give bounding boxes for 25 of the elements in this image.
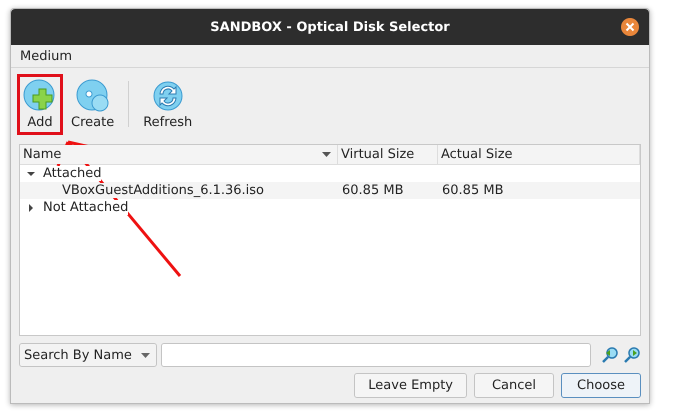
dropdown-caret-icon [141,352,150,358]
search-next-icon[interactable] [623,346,641,364]
disc-icon [76,78,110,112]
dialog-button[interactable]: Leave Empty [354,373,467,398]
close-icon[interactable] [621,18,639,36]
menu-item[interactable]: Medium [20,48,72,64]
toolbar-button[interactable]: Refresh [137,74,198,134]
window-title: SANDBOX - Optical Disk Selector [210,20,450,34]
toolbar-button[interactable]: Add [17,74,63,134]
search-mode-dropdown[interactable]: Search By Name [19,343,157,367]
dialog-button[interactable]: Cancel [474,373,554,398]
tree-group-label[interactable]: Not Attached [43,200,128,215]
search-field[interactable] [161,343,591,367]
search-prev-icon[interactable] [601,346,619,364]
collapse-arrow-icon[interactable] [27,170,35,178]
column-header[interactable]: Virtual Size [338,145,438,164]
toolbar-button[interactable]: Create [65,74,120,134]
disc-plus-icon [23,78,57,112]
column-header[interactable]: Actual Size [438,145,640,164]
dialog-button[interactable]: Choose [561,373,641,398]
expand-arrow-icon[interactable] [27,204,35,212]
tree-group-label[interactable]: Attached [43,166,102,181]
sort-caret-icon [322,152,331,157]
table-cell[interactable]: VBoxGuestAdditions_6.1.36.iso [62,183,264,198]
refresh-icon [150,78,185,112]
